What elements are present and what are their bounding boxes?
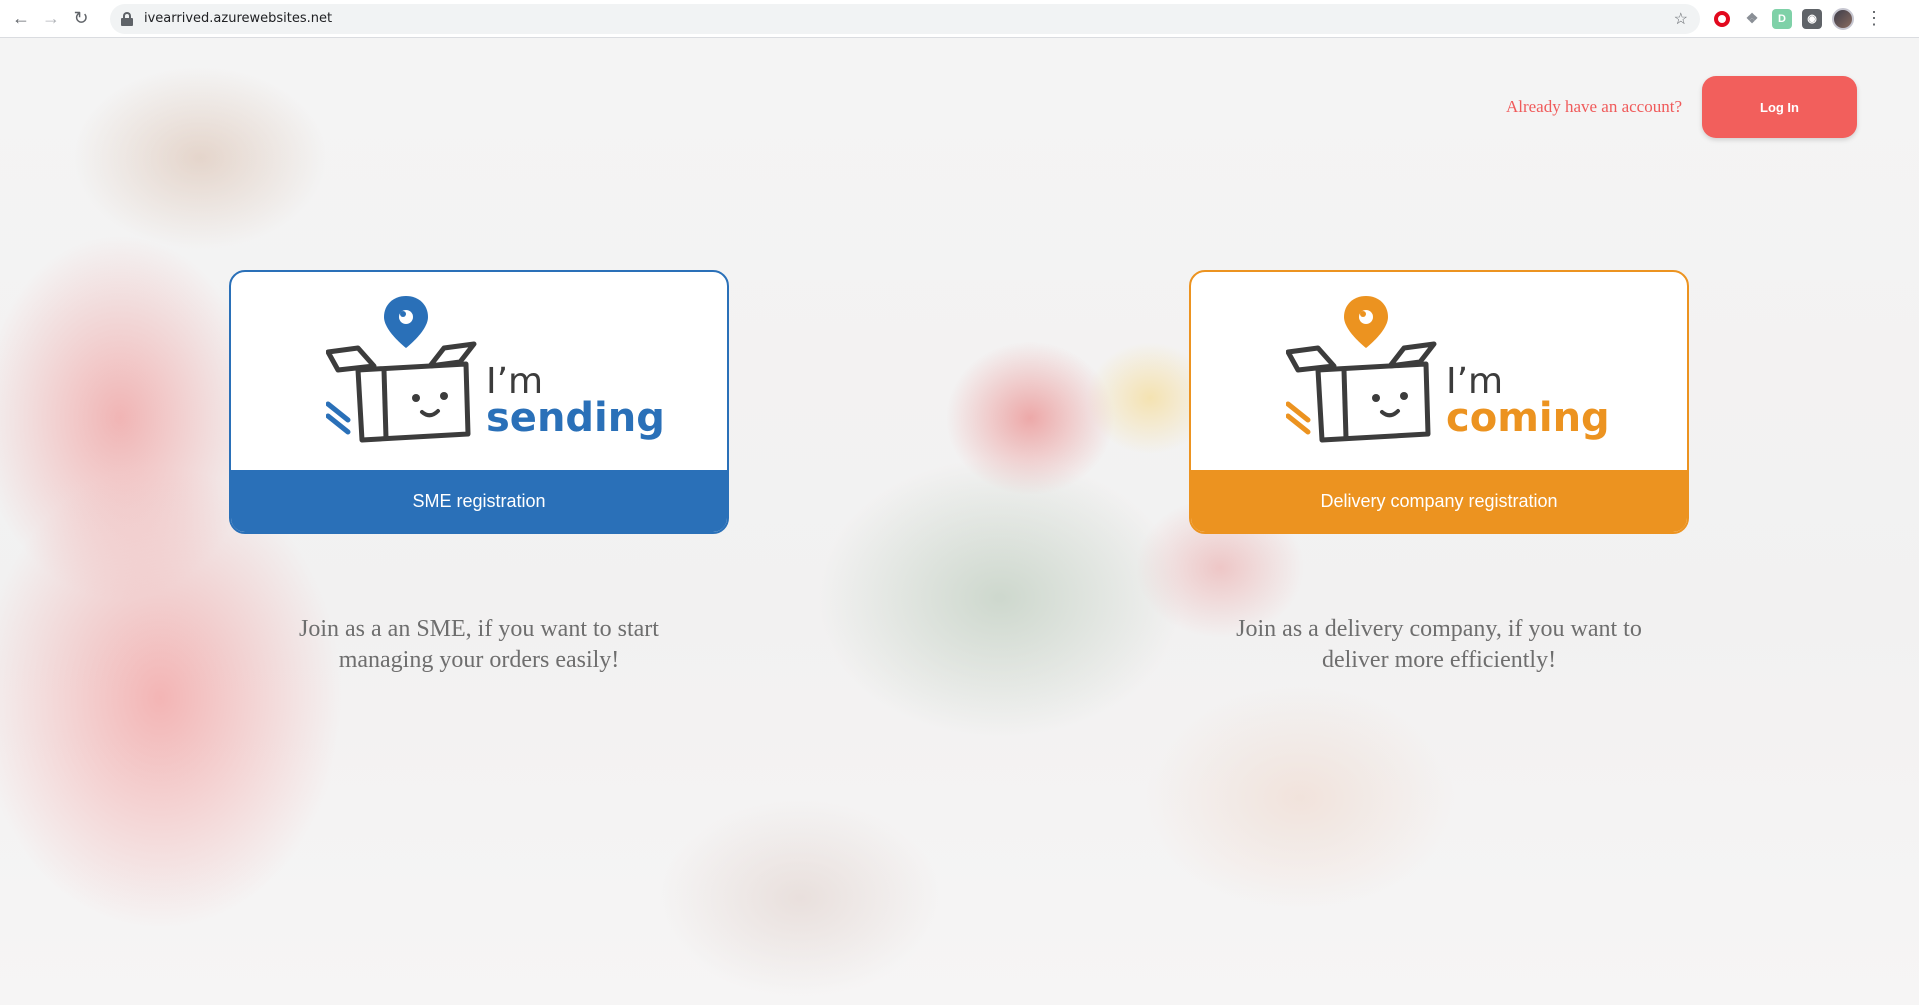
delivery-registration-card[interactable]: I’m coming Delivery company registration: [1189, 270, 1689, 534]
reload-icon[interactable]: ↻: [66, 4, 96, 34]
shield-extension-icon[interactable]: ◉: [1802, 8, 1822, 29]
login-area: Already have an account? Log In: [1506, 76, 1857, 138]
extensions: ❖ D ◉ ⋮: [1712, 7, 1884, 30]
browser-toolbar: ← → ↻ ivearrived.azurewebsites.net ☆ ❖ D…: [0, 0, 1919, 38]
login-button[interactable]: Log In: [1702, 76, 1857, 138]
opera-icon[interactable]: [1712, 8, 1732, 29]
star-icon[interactable]: ☆: [1674, 9, 1688, 29]
sme-registration-button[interactable]: SME registration: [231, 470, 727, 532]
dropbox-icon[interactable]: ❖: [1742, 9, 1762, 29]
forward-icon[interactable]: →: [36, 4, 66, 34]
box-mascot-icon: [326, 296, 477, 443]
avatar[interactable]: [1832, 7, 1854, 30]
logo-coming-text: coming: [1446, 395, 1610, 441]
delivery-registration-button[interactable]: Delivery company registration: [1191, 470, 1687, 532]
sme-registration-card[interactable]: I’m sending SME registration: [229, 270, 729, 534]
im-coming-logo: I’m coming: [1191, 272, 1687, 472]
url-text[interactable]: ivearrived.azurewebsites.net: [144, 11, 332, 26]
d-extension-icon[interactable]: D: [1772, 8, 1792, 29]
back-icon[interactable]: ←: [6, 4, 36, 34]
delivery-description: Join as a delivery company, if you want …: [1236, 616, 1642, 673]
menu-icon[interactable]: ⋮: [1864, 8, 1884, 29]
account-prompt: Already have an account?: [1505, 97, 1682, 116]
lock-icon[interactable]: [120, 11, 134, 26]
logo-sending-text: sending: [486, 395, 665, 441]
address-bar[interactable]: ivearrived.azurewebsites.net ☆: [110, 3, 1700, 34]
box-mascot-icon: [1286, 296, 1437, 443]
im-sending-logo: I’m sending: [231, 272, 727, 472]
sme-description: Join as a an SME, if you want to start m…: [299, 616, 659, 673]
landing-page: Already have an account? Log In I’m send…: [0, 38, 1919, 1005]
